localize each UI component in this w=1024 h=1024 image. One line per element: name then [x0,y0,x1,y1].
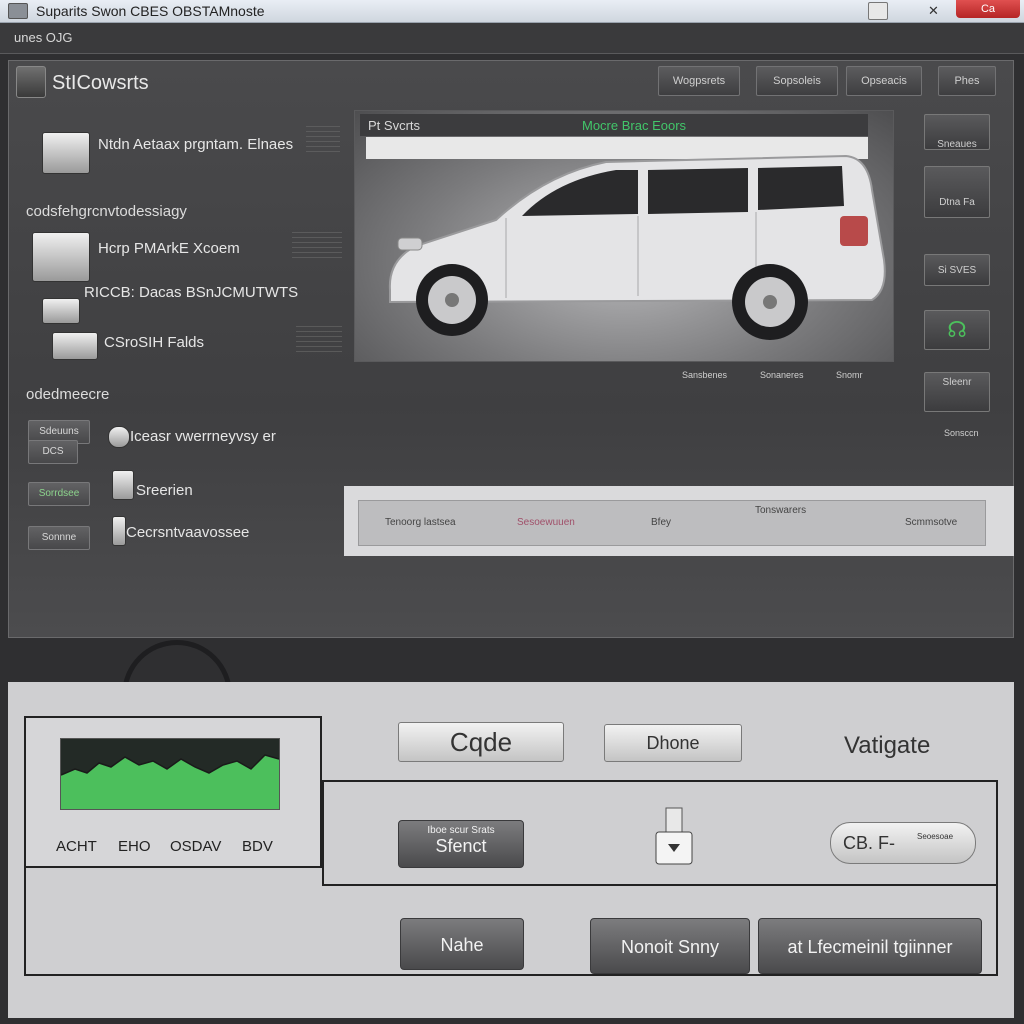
pill-caption: Seoesoae [917,832,954,841]
adapter-icon [52,332,98,360]
close-button[interactable]: Ca [956,0,1020,18]
list-item[interactable]: Iceasr vwerrneyvsy er [130,428,276,445]
navigate-label: Vatigate [844,732,931,759]
list-item[interactable]: Cecrsntvaavossee [126,524,249,541]
maximize-button[interactable]: ✕ [928,3,944,19]
connector-icon [42,298,80,324]
page-title: StICowsrts [52,72,149,94]
window-title: Suparits Swon CBES OBSTAMnoste [36,3,265,19]
cable-icon [112,516,126,546]
list-item[interactable]: RICCB: Dacas BSnJCMUTWTS [84,284,298,301]
divider [296,326,342,356]
obd-plug-icon [655,807,693,865]
send-label: Sfenct [435,836,487,856]
right-button-2[interactable]: Dtna Fa [924,166,990,218]
status-text: Sesoewuuen [517,517,575,528]
submit-button[interactable]: Nonoit Snny [590,918,750,974]
menu-item[interactable]: unes OJG [14,30,73,45]
list-item[interactable]: CSroSIH Falds [104,334,204,351]
graph-label: OSDAV [170,838,222,855]
graph-chart [60,754,280,809]
section-heading: odedmeecre [26,386,110,403]
manager-button[interactable]: at Lfecmeinil tgiinner [758,918,982,974]
section-heading: codsfehgrcnvtodessiagy [26,203,187,220]
phone-button[interactable]: Dhone [604,724,742,762]
vehicle-header-left: Pt Svcrts [368,118,421,133]
divider [306,126,340,156]
graph-label: BDV [242,838,273,855]
live-graph [60,738,280,810]
top-button-2[interactable]: Sopsoleis [756,66,838,96]
graph-label: EHO [118,838,151,855]
side-button-4[interactable]: Sonnne [28,526,90,550]
obd-device-icon [32,232,90,282]
list-item[interactable]: Ntdn Aetaax prgntam. Elnaes [98,136,293,153]
pill-label: CB. F- [843,833,895,853]
right-button-1[interactable]: Sneaues [924,114,990,150]
send-caption: Iboe scur Srats [427,825,495,836]
menu-bar: unes OJG [0,23,1024,54]
vehicle-header-right: Mocre Brac Eoors [582,118,687,133]
divider [292,232,342,262]
status-text: Scmmsotve [905,517,958,528]
code-button[interactable]: Cqde [398,722,564,762]
code-pill[interactable]: CB. F- Seoesoae [830,822,976,864]
top-button-1[interactable]: Wogpsrets [658,66,740,96]
car-scan-icon [16,66,46,98]
side-button-2[interactable]: DCS [28,440,78,464]
graph-label: ACHT [56,838,97,855]
status-bar: Tenoorg lastsea Sesoewuuen Bfey Tonsware… [358,500,986,546]
name-button[interactable]: Nahe [400,918,524,970]
status-text: Bfey [651,517,672,528]
list-item[interactable]: Sreerien [136,482,193,499]
headset-button[interactable]: ☊ [924,310,990,350]
vehicle-footer-2: Sonaneres [760,370,804,380]
top-button-3[interactable]: Opseacis [846,66,922,96]
scanner-icon [42,132,90,174]
top-button-4[interactable]: Phes [938,66,996,96]
title-bar: Suparits Swon CBES OBSTAMnoste ✕ Ca [0,0,1024,23]
status-text: Tonswarers [755,505,807,516]
car-image [388,154,886,340]
minimize-button[interactable] [868,2,888,20]
list-item[interactable]: Hcrp PMArkE Xcoem [98,240,240,257]
vehicle-header: Pt Svcrts Mocre Brac Eoors [360,114,868,136]
right-caption: Sonsccn [944,428,979,438]
side-button-3[interactable]: Sorrdsee [28,482,90,506]
gauge-icon [108,426,130,448]
vehicle-footer-3: Snomr [836,370,863,380]
status-text: Tenoorg lastsea [385,517,456,528]
vehicle-footer-1: Sansbenes [682,370,728,380]
plug-icon [112,470,134,500]
right-button-4[interactable]: Sleenr [924,372,990,412]
right-button-3[interactable]: Si SVES [924,254,990,286]
app-icon [8,3,28,19]
send-button[interactable]: Iboe scur Srats Sfenct [398,820,524,868]
